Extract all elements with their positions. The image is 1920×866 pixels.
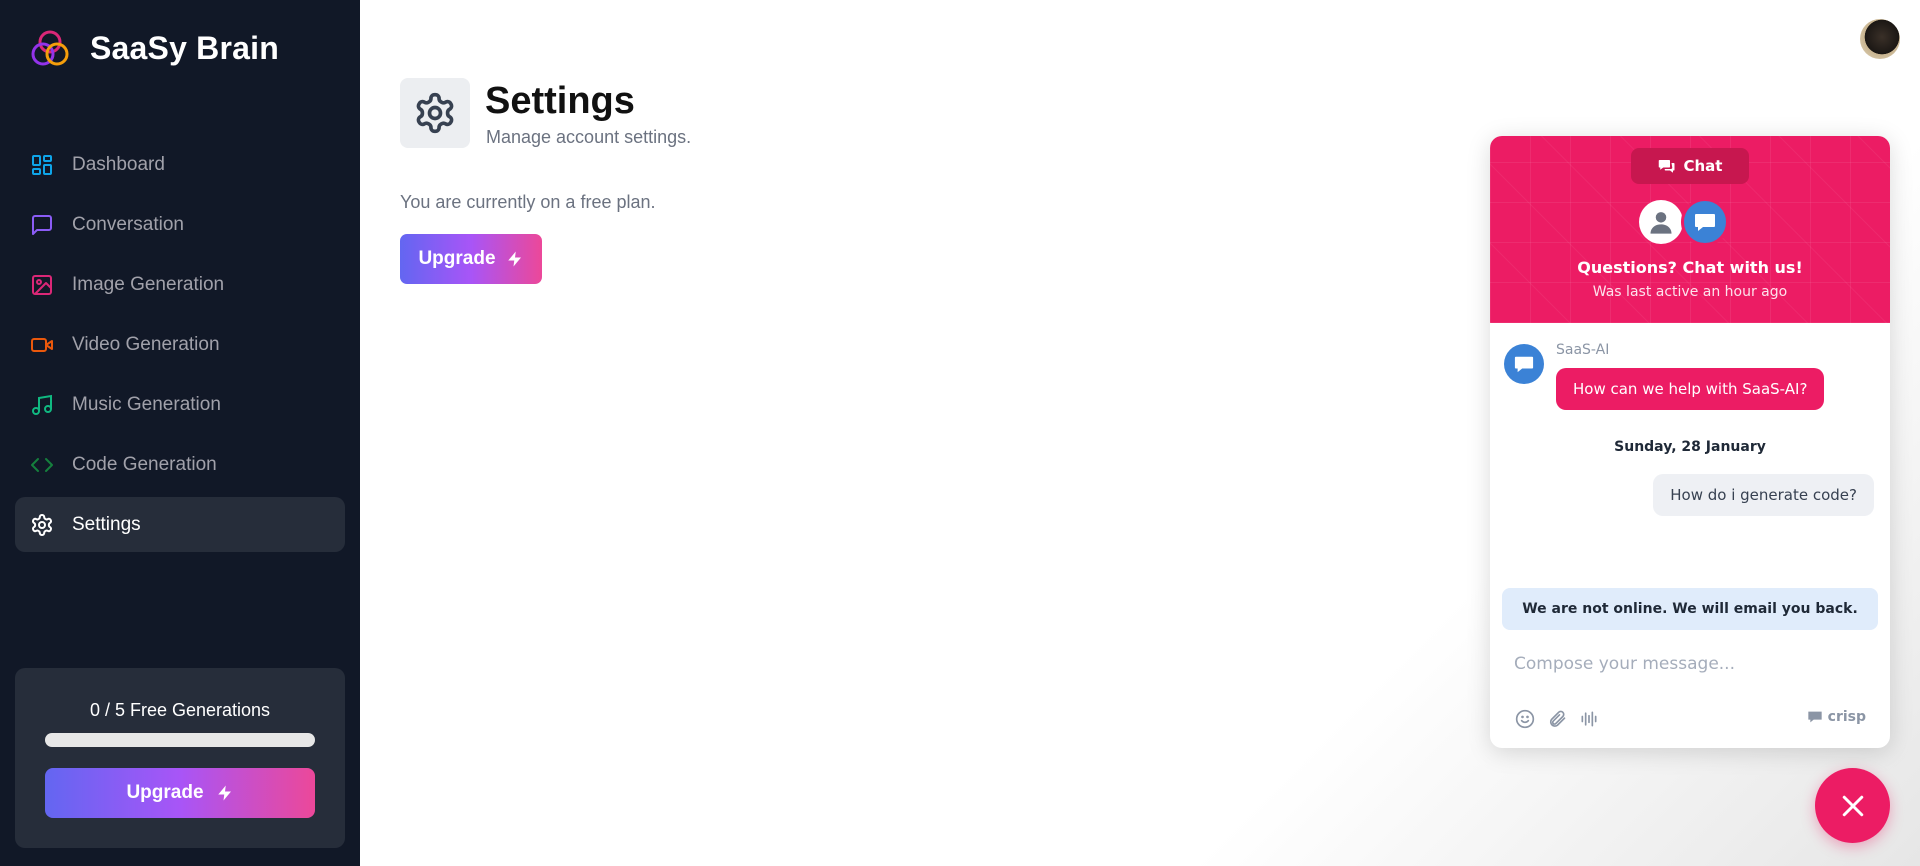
bot-message: How can we help with SaaS-AI? <box>1556 368 1825 410</box>
settings-icon <box>416 92 454 134</box>
sidebar-item-settings[interactable]: Settings <box>15 497 345 552</box>
layout-dashboard-icon <box>29 152 55 178</box>
date-separator: Sunday, 28 January <box>1614 439 1766 455</box>
upgrade-button[interactable]: Upgrade <box>400 234 542 284</box>
chat-widget: Chat Questions? Chat with us! Was last a… <box>1490 136 1890 748</box>
sidebar-item-label: Conversation <box>72 213 184 235</box>
brand[interactable]: SaaSy Brain <box>28 26 279 70</box>
sidebar-item-dashboard[interactable]: Dashboard <box>15 137 345 192</box>
sidebar-item-label: Dashboard <box>72 153 165 175</box>
chat-tab[interactable]: Chat <box>1631 148 1749 184</box>
audio-button[interactable] <box>1578 708 1600 730</box>
music-icon <box>29 392 55 418</box>
offline-notice: We are not online. We will email you bac… <box>1502 588 1878 630</box>
settings-icon <box>29 512 55 538</box>
upgrade-label: Upgrade <box>418 248 496 269</box>
bot-avatar <box>1504 344 1544 384</box>
page-title: Settings <box>485 80 635 122</box>
operator-avatar-bot <box>1681 198 1729 246</box>
waveform-icon <box>1581 711 1597 727</box>
sidebar-item-conversation[interactable]: Conversation <box>15 197 345 252</box>
chat-bubble-icon <box>1514 356 1534 373</box>
free-generations-progress <box>45 733 315 747</box>
upgrade-label: Upgrade <box>126 782 204 803</box>
sidebar-item-image-generation[interactable]: Image Generation <box>15 257 345 312</box>
crisp-logo-icon <box>1807 711 1822 723</box>
brand-name: SaaSy Brain <box>90 29 279 66</box>
chat-header-title: Questions? Chat with us! <box>1577 258 1803 277</box>
smile-icon <box>1515 709 1535 729</box>
attach-button[interactable] <box>1546 708 1568 730</box>
message-square-icon <box>29 212 55 238</box>
user-message: How do i generate code? <box>1653 474 1874 516</box>
page-icon-box <box>400 78 470 148</box>
chat-bubbles-icon <box>1658 160 1674 173</box>
page-subtitle: Manage account settings. <box>486 127 692 147</box>
sidebar-upgrade-button[interactable]: Upgrade <box>45 768 315 818</box>
sidebar-item-code-generation[interactable]: Code Generation <box>15 437 345 492</box>
chat-bubble-icon <box>1695 214 1715 231</box>
free-generations-card: 0 / 5 Free Generations Upgrade <box>15 668 345 848</box>
sidebar-nav: Dashboard Conversation Image Generation … <box>15 137 345 557</box>
code-icon <box>29 452 55 478</box>
emoji-button[interactable] <box>1514 708 1536 730</box>
crisp-branding[interactable]: crisp <box>1807 709 1866 725</box>
chat-header-subtitle: Was last active an hour ago <box>1592 284 1788 300</box>
bot-name: SaaS-AI <box>1556 342 1610 358</box>
sidebar-item-label: Code Generation <box>72 453 217 475</box>
sidebar-item-music-generation[interactable]: Music Generation <box>15 377 345 432</box>
video-icon <box>29 332 55 358</box>
sidebar-item-label: Settings <box>72 513 141 535</box>
zap-icon <box>507 251 521 267</box>
user-silhouette-icon <box>1650 212 1672 234</box>
brand-logo-icon <box>31 30 69 66</box>
sidebar: SaaSy Brain Dashboard Conversation Image… <box>0 0 360 866</box>
paperclip-icon <box>1549 710 1566 727</box>
free-generations-text: 0 / 5 Free Generations <box>89 700 271 720</box>
chat-header: Chat Questions? Chat with us! Was last a… <box>1490 136 1890 323</box>
operator-avatar-person <box>1639 200 1683 244</box>
close-icon <box>1842 795 1863 816</box>
user-avatar[interactable] <box>1860 19 1900 59</box>
crisp-label: crisp <box>1827 709 1866 725</box>
sidebar-item-label: Music Generation <box>72 393 221 415</box>
plan-status-text: You are currently on a free plan. <box>400 192 656 212</box>
chat-close-button[interactable] <box>1815 768 1890 843</box>
sidebar-item-label: Video Generation <box>72 333 220 355</box>
zap-icon <box>217 785 231 801</box>
chat-tab-label: Chat <box>1683 157 1723 175</box>
compose-input[interactable] <box>1514 644 1864 684</box>
image-icon <box>29 272 55 298</box>
sidebar-item-video-generation[interactable]: Video Generation <box>15 317 345 372</box>
sidebar-item-label: Image Generation <box>72 273 225 295</box>
operator-avatars <box>1639 198 1739 246</box>
